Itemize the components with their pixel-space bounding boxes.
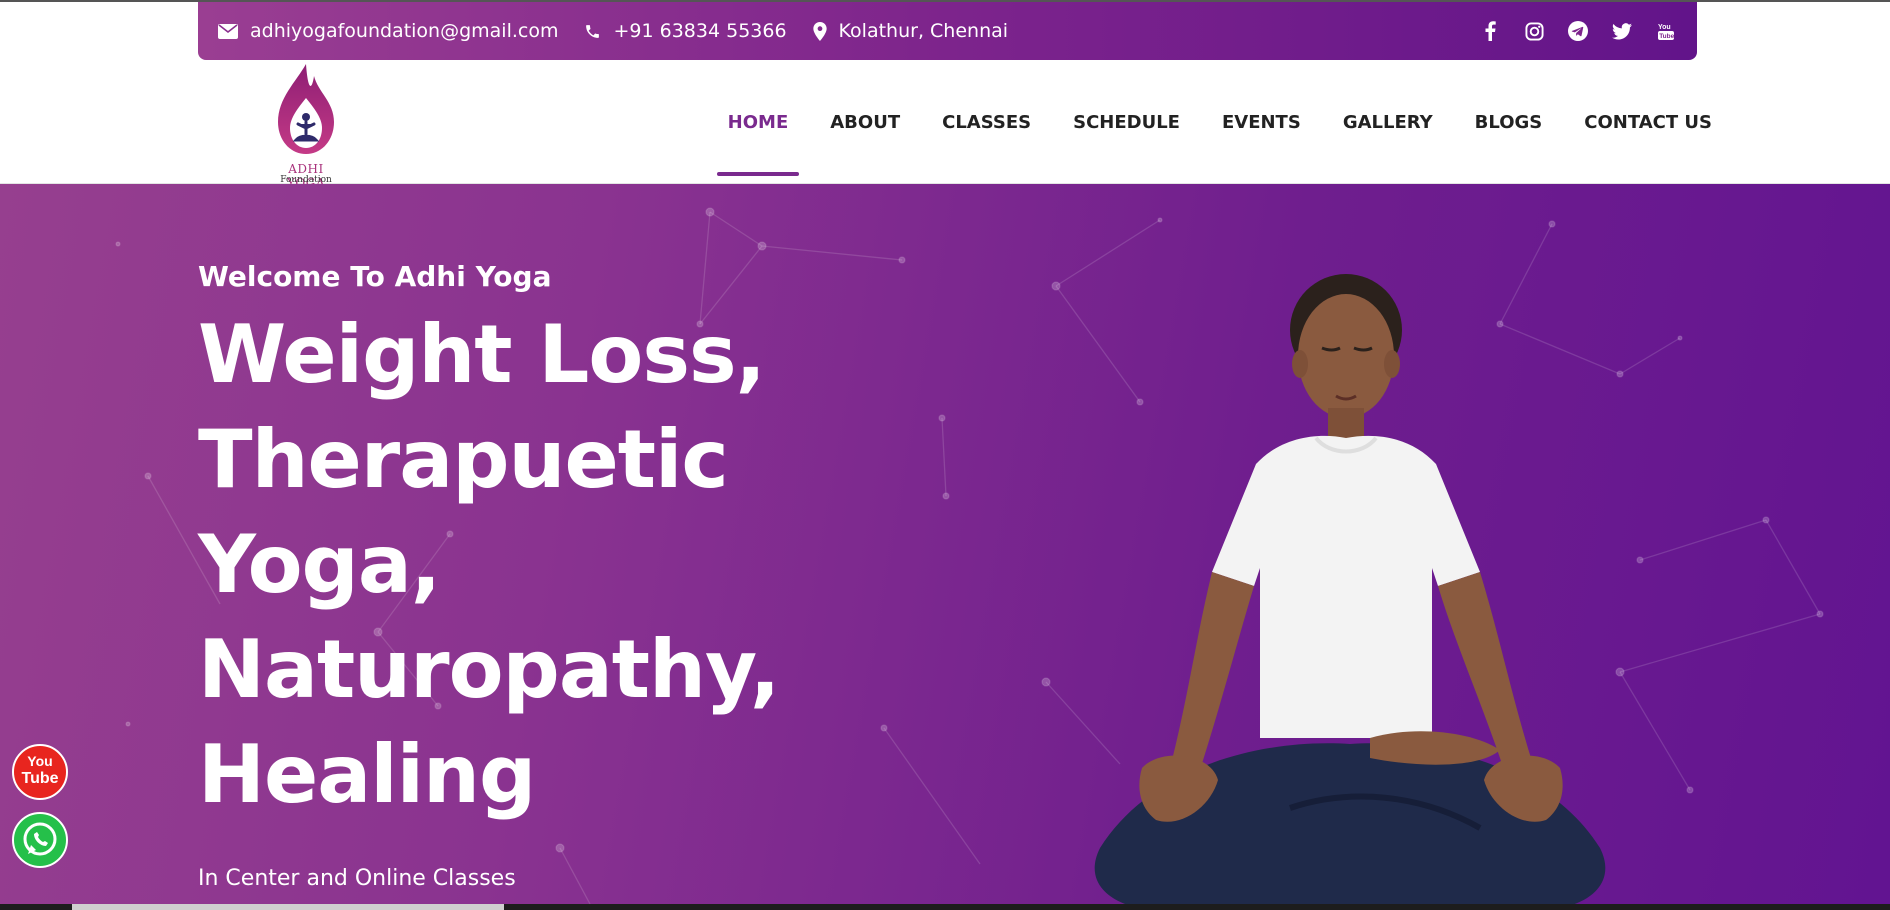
meditating-person-image <box>1094 274 1606 910</box>
hero-section: Welcome To Adhi Yoga Weight Loss, Therap… <box>0 184 1890 910</box>
main-navigation: HOME ABOUT CLASSES SCHEDULE EVENTS GALLE… <box>686 60 1712 184</box>
twitter-icon[interactable] <box>1611 20 1633 42</box>
envelope-icon <box>218 23 238 39</box>
hero-title-line: Naturopathy, <box>198 623 780 716</box>
whatsapp-float-button[interactable] <box>12 812 68 868</box>
telegram-icon[interactable] <box>1567 20 1589 42</box>
youtube-float-text-you: You <box>27 753 53 769</box>
youtube-float-text-tube: Tube <box>21 770 59 787</box>
phone-icon <box>586 24 600 38</box>
site-logo[interactable]: ADHI YOGA Foundation <box>268 62 344 190</box>
contact-location: Kolathur, Chennai <box>812 20 1009 42</box>
nav-item-home[interactable]: HOME <box>716 68 799 176</box>
map-pin-icon <box>812 21 827 41</box>
nav-item-classes[interactable]: CLASSES <box>942 68 1031 176</box>
nav-item-schedule[interactable]: SCHEDULE <box>1073 68 1180 176</box>
svg-text:You: You <box>1658 24 1671 31</box>
hero-title-line: Weight Loss, <box>198 308 766 401</box>
nav-item-blogs[interactable]: BLOGS <box>1475 68 1543 176</box>
top-contact-bar: adhiyogafoundation@gmail.com +91 63834 5… <box>198 2 1697 60</box>
location-text: Kolathur, Chennai <box>838 20 1009 42</box>
bottom-scroll-strip <box>0 904 1890 910</box>
youtube-icon[interactable]: You Tube <box>1655 20 1677 42</box>
hero-title-line: Healing <box>198 728 536 821</box>
hero-subtitle: In Center and Online Classes <box>198 866 516 891</box>
social-links: You Tube <box>1479 20 1677 42</box>
contact-email[interactable]: adhiyogafoundation@gmail.com <box>218 20 558 42</box>
svg-text:Tube: Tube <box>1659 33 1674 40</box>
hero-title-line: Therapuetic <box>198 413 729 506</box>
phone-text[interactable]: +91 63834 55366 <box>613 20 786 42</box>
nav-item-gallery[interactable]: GALLERY <box>1343 68 1433 176</box>
hero-title: Weight Loss, Therapuetic Yoga, Naturopat… <box>198 302 780 827</box>
bottom-scroll-indicator <box>72 904 504 910</box>
email-text[interactable]: adhiyogafoundation@gmail.com <box>250 20 558 42</box>
nav-item-events[interactable]: EVENTS <box>1222 68 1301 176</box>
youtube-float-button[interactable]: You Tube <box>12 744 68 800</box>
nav-item-contact-us[interactable]: CONTACT US <box>1584 68 1712 176</box>
lotus-flame-logo-icon <box>278 64 334 154</box>
site-header: ADHI YOGA Foundation HOME ABOUT CLASSES … <box>0 60 1890 190</box>
contact-phone[interactable]: +91 63834 55366 <box>584 20 787 42</box>
page: adhiyogafoundation@gmail.com +91 63834 5… <box>0 0 1890 910</box>
instagram-icon[interactable] <box>1523 20 1545 42</box>
whatsapp-icon <box>23 822 57 856</box>
hero-kicker: Welcome To Adhi Yoga <box>198 260 552 293</box>
nav-item-about[interactable]: ABOUT <box>830 68 900 176</box>
hero-title-line: Yoga, <box>198 518 441 611</box>
facebook-icon[interactable] <box>1479 20 1501 42</box>
